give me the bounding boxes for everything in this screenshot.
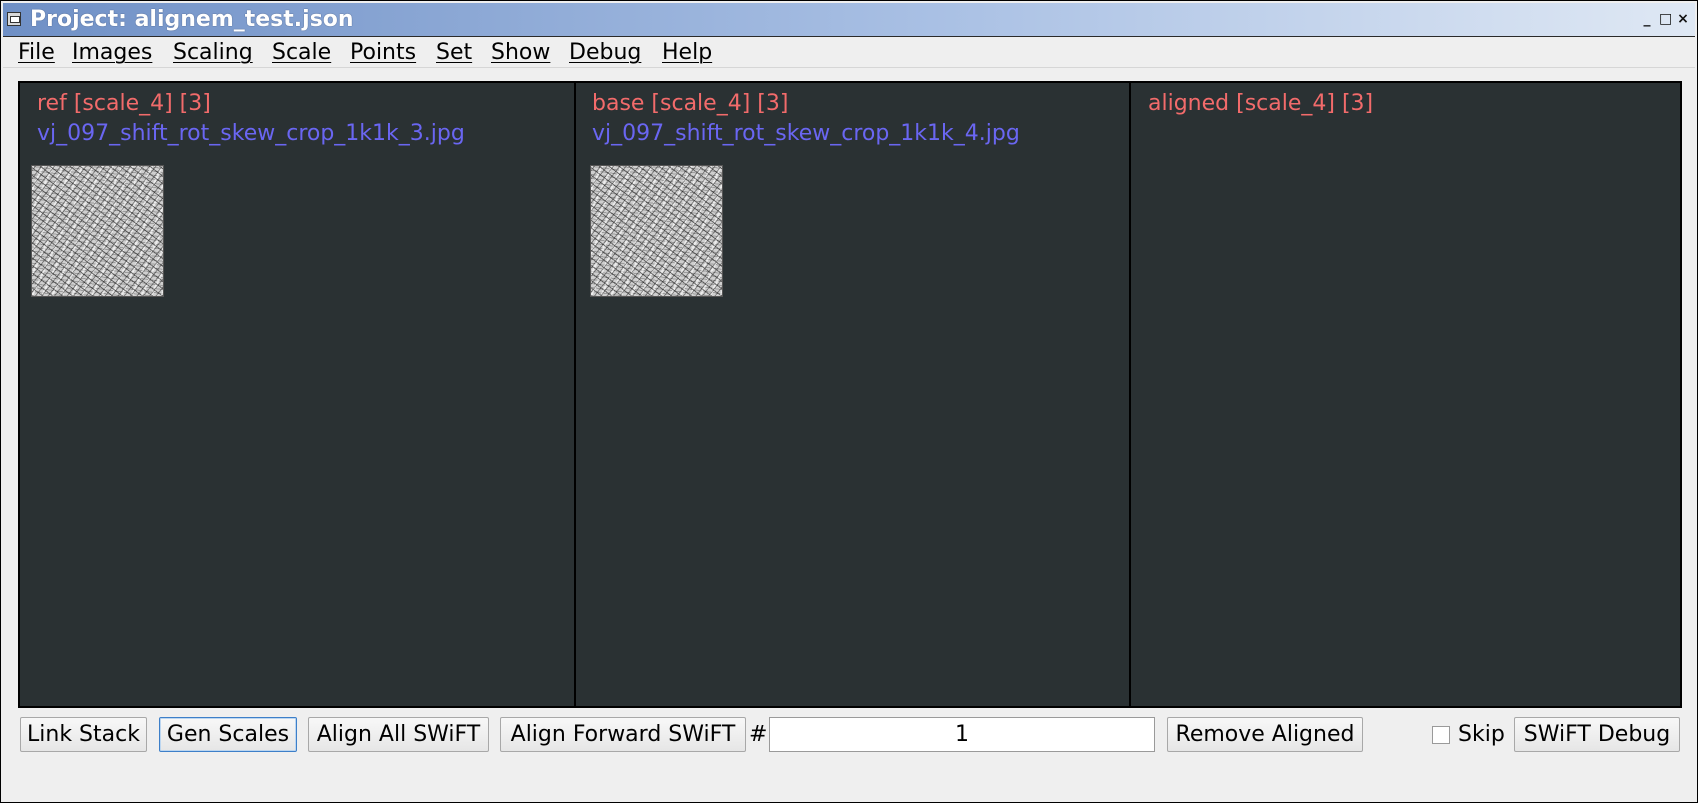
ref-panel-label: ref [scale_4] [3] [37, 91, 211, 116]
close-icon[interactable]: × [1677, 11, 1689, 27]
base-panel-label: base [scale_4] [3] [592, 91, 789, 116]
remove-aligned-button[interactable]: Remove Aligned [1167, 717, 1363, 752]
window-controls: _ □ × [1641, 11, 1689, 27]
aligned-panel-label: aligned [scale_4] [3] [1148, 91, 1374, 116]
skip-checkbox[interactable] [1432, 726, 1450, 744]
menu-file[interactable]: File [18, 40, 55, 65]
menu-debug[interactable]: Debug [569, 40, 641, 65]
menu-bar: File Images Scaling Scale Points Set Sho… [3, 37, 1695, 68]
menu-help[interactable]: Help [662, 40, 712, 65]
bottom-toolbar: Link Stack Gen Scales Align All SWiFT Al… [1, 717, 1698, 753]
base-image-thumbnail[interactable] [590, 165, 723, 297]
minimize-icon[interactable]: _ [1641, 11, 1653, 27]
aligned-panel[interactable]: aligned [scale_4] [3] [1131, 83, 1680, 706]
window-menu-icon[interactable] [7, 12, 21, 26]
menu-scaling[interactable]: Scaling [173, 40, 253, 65]
menu-images[interactable]: Images [72, 40, 152, 65]
gen-scales-button[interactable]: Gen Scales [159, 717, 297, 752]
skip-label: Skip [1458, 722, 1505, 747]
menu-points[interactable]: Points [350, 40, 416, 65]
base-panel[interactable]: base [scale_4] [3] vj_097_shift_rot_skew… [576, 83, 1131, 706]
ref-image-thumbnail[interactable] [31, 165, 164, 297]
align-all-swift-button[interactable]: Align All SWiFT [308, 717, 489, 752]
count-label: # [749, 722, 768, 747]
base-panel-filename: vj_097_shift_rot_skew_crop_1k1k_4.jpg [592, 121, 1020, 146]
image-panels: ref [scale_4] [3] vj_097_shift_rot_skew_… [18, 81, 1682, 708]
count-input[interactable]: 1 [769, 717, 1155, 752]
menu-set[interactable]: Set [436, 40, 472, 65]
swift-debug-button[interactable]: SWiFT Debug [1514, 717, 1680, 752]
ref-panel-filename: vj_097_shift_rot_skew_crop_1k1k_3.jpg [37, 121, 465, 146]
menu-show[interactable]: Show [491, 40, 550, 65]
menu-scale[interactable]: Scale [272, 40, 331, 65]
title-bar[interactable]: Project: alignem_test.json _ □ × [3, 3, 1695, 37]
ref-panel[interactable]: ref [scale_4] [3] vj_097_shift_rot_skew_… [20, 83, 576, 706]
app-window: Project: alignem_test.json _ □ × File Im… [0, 0, 1698, 803]
maximize-icon[interactable]: □ [1659, 11, 1672, 27]
window-title: Project: alignem_test.json [30, 7, 354, 32]
align-forward-swift-button[interactable]: Align Forward SWiFT [500, 717, 746, 752]
link-stack-button[interactable]: Link Stack [20, 717, 147, 752]
